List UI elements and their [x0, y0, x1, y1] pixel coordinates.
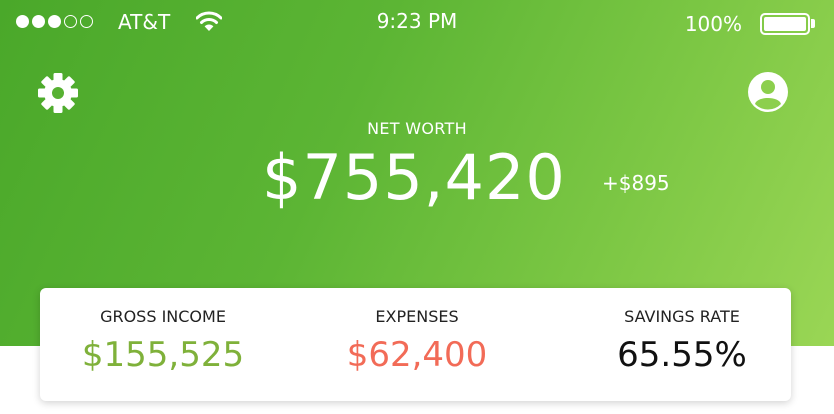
net-worth-value: $755,420	[262, 141, 566, 214]
expenses-value: $62,400	[346, 335, 488, 375]
net-worth-change: +$895	[602, 171, 670, 195]
settings-button[interactable]	[36, 71, 80, 115]
gross-income-label: GROSS INCOME	[100, 307, 226, 326]
gear-icon	[36, 73, 80, 119]
battery-percentage: 100%	[684, 12, 742, 36]
battery-icon	[760, 13, 810, 35]
profile-button[interactable]	[746, 70, 790, 114]
gross-income-value: $155,525	[81, 335, 245, 375]
battery-cap	[811, 19, 815, 28]
savings-rate-value: 65.55%	[617, 335, 747, 375]
status-bar: AT&T 9:23 PM 100%	[0, 0, 834, 44]
net-worth-label: NET WORTH	[367, 119, 467, 138]
user-circle-icon	[746, 72, 790, 118]
summary-card: GROSS INCOME $155,525 EXPENSES $62,400 S…	[40, 288, 791, 401]
savings-rate-label: SAVINGS RATE	[624, 307, 740, 326]
expenses-label: EXPENSES	[375, 307, 459, 326]
